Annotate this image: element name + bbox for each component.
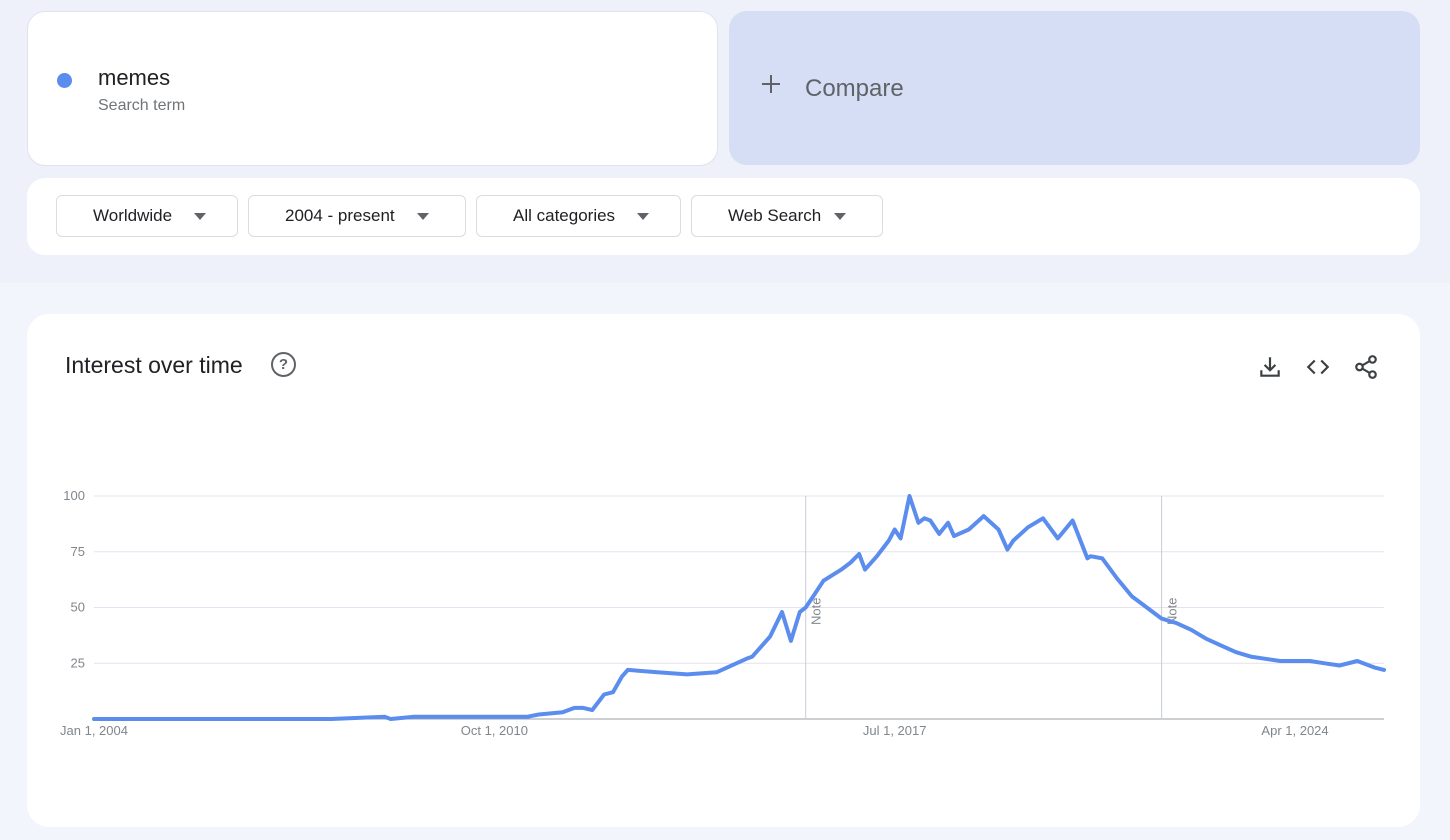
dropdown-arrow-icon: [194, 213, 206, 220]
search-type-filter-label: Web Search: [728, 206, 822, 225]
filter-bar: Worldwide 2004 - present All categories …: [27, 178, 1420, 255]
search-term-type: Search term: [98, 97, 186, 114]
series-color-dot: [57, 73, 72, 88]
y-tick-label: 25: [71, 655, 85, 670]
plus-icon: [762, 75, 780, 93]
compare-button[interactable]: Compare: [729, 11, 1420, 165]
region-filter-label: Worldwide: [93, 206, 173, 225]
dropdown-arrow-icon: [417, 213, 429, 220]
search-term-name[interactable]: memes: [98, 65, 170, 91]
x-tick-label: Apr 1, 2024: [1261, 723, 1328, 738]
x-tick-label: Oct 1, 2010: [461, 723, 528, 738]
x-tick-label: Jan 1, 2004: [60, 723, 128, 738]
time-range-filter-label: 2004 - present: [285, 206, 395, 225]
search-type-filter-dropdown[interactable]: Web Search: [691, 195, 883, 237]
dropdown-arrow-icon: [834, 213, 846, 220]
x-tick-label: Jul 1, 2017: [863, 723, 927, 738]
y-tick-label: 75: [71, 544, 85, 559]
y-tick-label: 100: [63, 488, 85, 503]
interest-line-chart: 100755025Note NoteJan 1, 2004 Oct 1, 2010 J…: [60, 488, 1386, 738]
interest-over-time-card: Interest over time ? 100 75 50 25 Note Note Ja…: [27, 314, 1420, 827]
compare-label: Compare: [805, 75, 904, 102]
time-range-filter-dropdown[interactable]: 2004 - present: [248, 195, 466, 237]
region-filter-dropdown[interactable]: Worldwide: [56, 195, 238, 237]
dropdown-arrow-icon: [637, 213, 649, 220]
category-filter-dropdown[interactable]: All categories: [476, 195, 681, 237]
search-term-card[interactable]: memes Search term: [27, 11, 718, 166]
category-filter-label: All categories: [513, 206, 616, 225]
y-tick-label: 50: [71, 600, 85, 615]
